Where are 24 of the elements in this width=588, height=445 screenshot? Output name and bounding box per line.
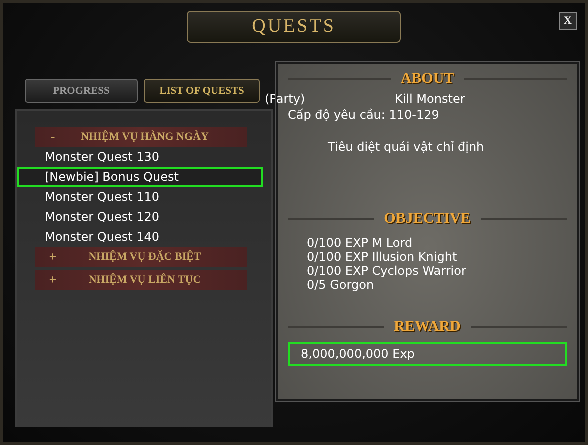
quest-type: (Party) — [265, 92, 306, 108]
category-header[interactable]: + NHIỆM VỤ ĐẶC BIỆT — [35, 247, 247, 267]
close-button[interactable]: X — [559, 12, 577, 30]
tab[interactable]: LIST OF QUESTS — [144, 79, 260, 103]
category-header[interactable]: - NHIỆM VỤ HÀNG NGÀY — [35, 127, 247, 147]
quest-item[interactable]: Monster Quest 120 — [17, 207, 263, 227]
section-heading: REWARD — [394, 318, 461, 336]
objective-item: 0/100 EXP Cyclops Warrior — [307, 264, 468, 278]
quest-name: Kill Monster — [395, 92, 466, 108]
category-header[interactable]: + NHIỆM VỤ LIÊN TỤC — [35, 270, 247, 290]
tab[interactable]: PROGRESS — [25, 79, 138, 103]
quest-item[interactable]: Monster Quest 110 — [17, 187, 263, 207]
objective-item: 0/5 Gorgon — [307, 278, 376, 292]
section-heading: ABOUT — [400, 70, 454, 88]
quest-item[interactable]: [Newbie] Bonus Quest — [17, 167, 263, 187]
section-heading: OBJECTIVE — [384, 210, 471, 228]
window-title: QUESTS — [187, 11, 401, 43]
quest-item[interactable]: Monster Quest 130 — [17, 147, 263, 167]
objective-item: 0/100 EXP Illusion Knight — [307, 250, 458, 264]
quest-item[interactable]: Monster Quest 140 — [17, 227, 263, 247]
quest-description: Tiêu diệt quái vật chỉ định — [327, 140, 486, 154]
level-requirement: Cấp độ yêu cầu: 110-129 — [288, 108, 440, 124]
reward-item[interactable]: 8,000,000,000 Exp — [288, 342, 567, 366]
objective-item: 0/100 EXP M Lord — [307, 236, 414, 250]
